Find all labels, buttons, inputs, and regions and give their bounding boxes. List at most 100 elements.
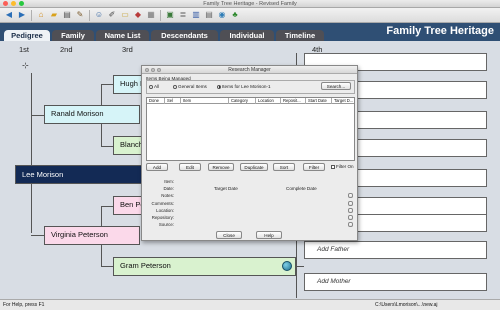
column-header-done[interactable]: Done — [147, 98, 165, 104]
image-icon[interactable]: ▣ — [164, 9, 176, 21]
add-button[interactable]: Add — [146, 163, 168, 171]
search-button[interactable]: Search... — [321, 82, 351, 90]
item-field-label: Item: — [164, 179, 174, 184]
sources-icon[interactable]: ≣ — [177, 9, 189, 21]
location-expand-button[interactable] — [348, 208, 353, 213]
research-items-table[interactable]: Done Sel Item Category Location Reposit.… — [146, 97, 355, 161]
forward-icon[interactable]: ▶ — [16, 9, 28, 21]
dialog-titlebar: Research Manager — [142, 66, 357, 74]
filter-button[interactable]: Filter — [303, 163, 325, 171]
filter-on-label: Filter On — [336, 164, 354, 169]
connector-line — [296, 266, 304, 267]
source-field-label: Source: — [158, 222, 174, 227]
person-father[interactable]: Ranald Morison — [44, 105, 140, 124]
repository-field-label: Repository: — [151, 215, 174, 220]
help-button[interactable]: Help — [256, 231, 282, 239]
tab-pedigree[interactable]: Pedigree — [4, 30, 50, 41]
column-header-start-date[interactable]: Start Date — [306, 98, 332, 104]
filter-on-box[interactable] — [331, 164, 335, 169]
sort-button[interactable]: Sort — [273, 163, 295, 171]
window-title: Family Tree Heritage - Revised Family — [203, 1, 297, 7]
add-mother-slot[interactable]: Add Mother — [304, 273, 487, 291]
duplicate-button[interactable]: Duplicate — [240, 163, 268, 171]
radio-person-items[interactable]: Items for Lee Morison-1 — [217, 84, 271, 89]
column-header-repository[interactable]: Reposit... — [281, 98, 306, 104]
chart-icon[interactable]: ▥ — [190, 9, 202, 21]
connector-line — [31, 73, 32, 233]
open-folder-icon[interactable]: ▰ — [48, 9, 60, 21]
toolbar-separator — [160, 9, 161, 21]
status-bar: For Help, press F1 C:\Users\Lmorison\...… — [0, 299, 500, 310]
person-paternal-grandmother[interactable]: Blanch — [113, 136, 143, 155]
column-header-category[interactable]: Category — [229, 98, 256, 104]
person-icon[interactable]: ☺ — [93, 9, 105, 21]
radio-general-items[interactable]: General Items — [173, 84, 207, 89]
comments-expand-button[interactable] — [348, 201, 353, 206]
location-field-label: Location: — [156, 208, 174, 213]
tree-icon[interactable]: ♣ — [229, 9, 241, 21]
column-header-location[interactable]: Location — [256, 98, 281, 104]
edit-icon[interactable]: ✐ — [106, 9, 118, 21]
tree-nav-icon[interactable]: ⊹ — [22, 61, 29, 70]
connector-line — [31, 235, 44, 236]
calendar-icon[interactable]: ▦ — [145, 9, 157, 21]
person-mother[interactable]: Virginia Peterson — [44, 226, 140, 245]
connector-line — [101, 146, 113, 147]
map-icon[interactable]: ◉ — [216, 9, 228, 21]
generation-header-3: 3rd — [122, 45, 133, 54]
status-help-text: For Help, press F1 — [3, 302, 45, 308]
source-expand-button[interactable] — [348, 222, 353, 227]
add-father-slot[interactable]: Add Father — [304, 241, 487, 259]
connector-line — [31, 115, 44, 116]
tab-family[interactable]: Family — [52, 30, 94, 41]
radio-general-dot[interactable] — [173, 84, 177, 89]
generation-header-2: 2nd — [60, 45, 73, 54]
report-icon[interactable]: ▤ — [203, 9, 215, 21]
close-button[interactable]: Close — [216, 231, 242, 239]
toolbar-separator — [89, 9, 90, 21]
home-icon[interactable]: ⌂ — [35, 9, 47, 21]
brand-title: Family Tree Heritage — [386, 25, 494, 37]
dialog-window-controls[interactable] — [145, 67, 161, 72]
column-header-item[interactable]: Item — [181, 98, 229, 104]
person-maternal-grandfather[interactable]: Ben Pe — [113, 196, 143, 215]
dialog-zoom-icon[interactable] — [157, 67, 161, 72]
edit-button[interactable]: Edit — [179, 163, 201, 171]
tag-icon[interactable]: ◆ — [132, 9, 144, 21]
date-field-label: Date: — [163, 186, 175, 191]
notes-expand-button[interactable] — [348, 193, 353, 198]
status-file-path: C:\Users\Lmorison\...\new.aj — [375, 302, 438, 308]
remove-button[interactable]: Remove — [208, 163, 234, 171]
tab-descendants[interactable]: Descendants — [151, 30, 218, 41]
connector-line — [101, 206, 113, 207]
notes-field-label: Notes: — [161, 193, 174, 198]
complete-date-label: Complete Date — [286, 186, 317, 191]
tab-timeline[interactable]: Timeline — [276, 30, 324, 41]
tab-individual[interactable]: Individual — [220, 30, 274, 41]
generation-header-1: 1st — [19, 45, 30, 54]
radio-all-dot[interactable] — [149, 84, 153, 89]
connector-line — [101, 266, 113, 267]
column-header-sel[interactable]: Sel — [165, 98, 181, 104]
person-paternal-grandfather[interactable]: Hugh M — [113, 75, 143, 94]
dialog-close-icon[interactable] — [145, 67, 149, 72]
globe-icon[interactable] — [282, 261, 292, 271]
back-icon[interactable]: ◀ — [3, 9, 15, 21]
dialog-title: Research Manager — [228, 67, 271, 73]
comments-field-label: Comments: — [151, 201, 174, 206]
note-icon[interactable]: ▭ — [119, 9, 131, 21]
column-header-target-date[interactable]: Target D... — [332, 98, 356, 104]
print-icon[interactable]: ▤ — [61, 9, 73, 21]
person-maternal-grandmother[interactable]: Gram Peterson — [113, 257, 296, 276]
tab-name-list[interactable]: Name List — [96, 30, 149, 41]
tab-bar: Pedigree Family Name List Descendants In… — [0, 23, 500, 41]
filter-on-checkbox[interactable]: Filter On — [331, 164, 354, 169]
target-date-label: Target Date — [214, 186, 238, 191]
dialog-minimize-icon[interactable] — [151, 67, 155, 72]
tools-icon[interactable]: ✎ — [74, 9, 86, 21]
table-header: Done Sel Item Category Location Reposit.… — [147, 98, 354, 104]
radio-all[interactable]: All — [149, 84, 159, 89]
connector-line — [101, 84, 113, 85]
radio-person-dot[interactable] — [217, 84, 221, 89]
repository-expand-button[interactable] — [348, 215, 353, 220]
